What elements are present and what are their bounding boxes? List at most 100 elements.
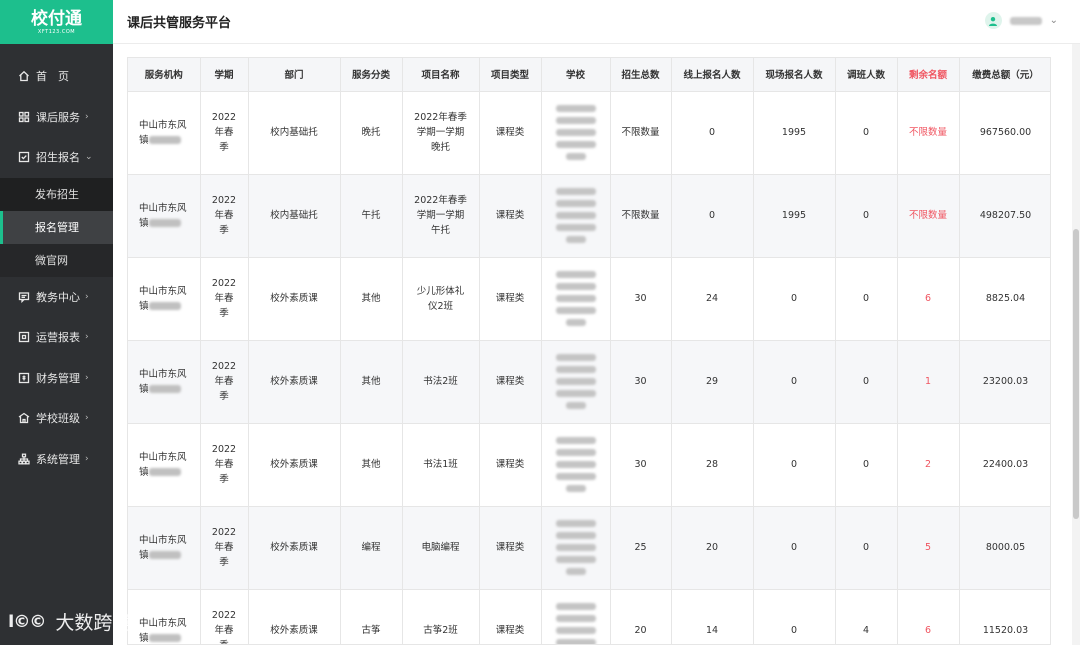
redacted-text — [148, 634, 181, 642]
remaining-cell: 1 — [897, 340, 960, 424]
redacted-school — [548, 520, 604, 575]
total-cell: 30 — [610, 423, 672, 507]
school-icon — [18, 412, 30, 424]
redacted-text — [148, 302, 181, 310]
table-row[interactable]: 中山市东风镇 2022 年春季校外素质课 编程 电脑编程 课程类 25 20 0 0 5 8000.0… — [128, 506, 1050, 590]
remaining-cell: 不限数量 — [897, 174, 960, 258]
sidebar-subitem-label: 微官网 — [35, 254, 68, 267]
sidebar-item-finance[interactable]: 财务管理 › — [0, 358, 113, 399]
project-name-cell-line: 午托 — [430, 225, 450, 236]
project-type-cell: 课程类 — [479, 506, 542, 590]
watermark-logo: I©© — [8, 611, 46, 632]
sidebar-item-system[interactable]: 系统管理 › — [0, 439, 113, 480]
registration-table-container[interactable]: 服务机构 学期 部门 服务分类 项目名称 项目类型 学校 招生总数 线上报名人数 现场报名人数 调班… — [127, 57, 1051, 645]
user-menu[interactable]: ⌄ — [984, 12, 1058, 29]
onsite-count-cell: 0 — [753, 257, 836, 341]
sidebar-subitem-publish[interactable]: 发布招生 — [0, 177, 113, 211]
table-row[interactable]: 中山市东风镇 2022 年春季 校内基础托 晚托 2022年春季 学期一学期 晚托 课程类 不限数… — [128, 91, 1050, 175]
online-count-cell: 20 — [671, 506, 754, 590]
transfer-count-cell: 0 — [835, 423, 898, 507]
org-name-suffix: 镇 — [139, 134, 149, 146]
user-icon — [989, 16, 998, 26]
project-type-cell: 课程类 — [479, 340, 542, 424]
sidebar-item-after-school[interactable]: 课后服务 › — [0, 97, 113, 138]
project-name-cell-line: 学期一学期 — [416, 127, 465, 138]
project-name-cell-line: 电脑编程 — [421, 542, 460, 553]
project-name-cell: 古筝2班 — [402, 589, 480, 644]
term-cell: 2022 年春季 — [200, 174, 249, 258]
column-header: 调班人数 — [835, 58, 898, 92]
term-cell: 2022 年春季 — [200, 423, 249, 507]
online-count-cell: 0 — [671, 174, 754, 258]
transfer-count-cell: 0 — [835, 91, 898, 175]
org-cell: 中山市东风镇 — [128, 257, 201, 341]
table-row[interactable]: 中山市东风镇 2022 年春季校外素质课 其他 少儿形体礼 仪2班 课程类 30 24 0 0 6 88… — [128, 257, 1050, 341]
onsite-count-cell: 0 — [753, 340, 836, 424]
term-cell-line: 2022 — [211, 361, 237, 372]
term-cell-line: 季 — [219, 640, 229, 644]
column-header: 线上报名人数 — [671, 58, 754, 92]
org-cell: 中山市东风镇 — [128, 91, 201, 175]
sidebar-item-label: 招生报名 — [36, 151, 80, 165]
project-name-cell: 书法1班 — [402, 423, 480, 507]
sidebar-item-operations-report[interactable]: 运营报表 › — [0, 317, 113, 358]
org-name-suffix: 镇 — [139, 217, 149, 229]
redacted-school — [548, 105, 604, 160]
sidebar-subitem-registration-management[interactable]: 报名管理 — [0, 210, 113, 244]
org-cell: 中山市东风镇 — [128, 589, 201, 644]
term-cell-line: 2022 — [211, 527, 237, 538]
org-name-suffix: 镇 — [139, 466, 149, 478]
org-name-suffix: 镇 — [139, 300, 149, 312]
sidebar-item-academic[interactable]: 教务中心 › — [0, 277, 113, 318]
column-header: 部门 — [248, 58, 341, 92]
project-name-cell-line: 少儿形体礼 — [416, 285, 465, 297]
chevron-right-icon: › — [85, 372, 89, 383]
transfer-count-cell: 0 — [835, 506, 898, 590]
dept-cell: 校外素质课 — [248, 506, 341, 590]
term-cell-line: 年春 — [214, 542, 234, 553]
redacted-school — [548, 271, 604, 326]
table-row[interactable]: 中山市东风镇 2022 年春季校外素质课 其他 书法1班 课程类 30 28 0 0 2 22400.… — [128, 423, 1050, 507]
term-cell-line: 2022 — [211, 444, 237, 455]
sidebar-item-home[interactable]: 首 页 — [0, 56, 113, 97]
category-cell: 其他 — [340, 340, 403, 424]
project-type-cell: 课程类 — [479, 257, 542, 341]
remaining-cell: 6 — [897, 589, 960, 644]
sidebar-item-school-class[interactable]: 学校班级 › — [0, 398, 113, 439]
org-name: 中山市东风 — [139, 202, 187, 214]
term-cell: 2022 年春季 — [200, 506, 249, 590]
org-name: 中山市东风 — [139, 368, 187, 380]
scrollbar-thumb[interactable] — [1073, 229, 1079, 519]
check-square-icon — [18, 151, 30, 163]
dept-cell: 校内基础托 — [248, 174, 341, 258]
page-scrollbar[interactable] — [1072, 44, 1080, 645]
transfer-count-cell: 0 — [835, 257, 898, 341]
org-name: 中山市东风 — [139, 451, 187, 463]
term-cell-line: 2022 — [211, 112, 237, 123]
redacted-text — [148, 468, 181, 476]
remaining-cell: 2 — [897, 423, 960, 507]
sidebar-item-enrollment[interactable]: 招生报名 ⌄ — [0, 137, 113, 178]
chevron-down-icon: ⌄ — [85, 152, 93, 163]
dept-cell: 校内基础托 — [248, 91, 341, 175]
category-cell: 古筝 — [340, 589, 403, 644]
total-cell: 25 — [610, 506, 672, 590]
table-row[interactable]: 中山市东风镇 2022 年春季 校内基础托 午托 2022年春季 学期一学期 午托 课程类 不限数… — [128, 174, 1050, 258]
brand-logo[interactable]: 校付通 XFT123.COM — [0, 0, 113, 44]
table-row[interactable]: 中山市东风镇 2022 年春季 校外素质课古筝古筝2班 课程类 201404611520.… — [128, 589, 1050, 644]
total-cell: 不限数量 — [610, 91, 672, 175]
chevron-right-icon: › — [85, 291, 89, 302]
chat-icon — [18, 291, 30, 303]
sidebar-subitem-micro-site[interactable]: 微官网 — [0, 243, 113, 277]
project-name-cell-line: 古筝2班 — [423, 625, 458, 636]
school-cell — [541, 257, 611, 341]
sidebar-nav: 首 页 课后服务 › 招生报名 ⌄ 发布招生 报名管理 微官网 教务中心 › 运… — [0, 56, 113, 479]
project-type-cell: 课程类 — [479, 423, 542, 507]
project-name-cell-line: 2022年春季 — [414, 112, 467, 123]
column-header: 项目类型 — [479, 58, 542, 92]
category-cell: 晚托 — [340, 91, 403, 175]
table-row[interactable]: 中山市东风镇 2022 年春季校外素质课 其他 书法2班 课程类 30 29 0 0 1 23200.… — [128, 340, 1050, 424]
top-bar: 课后共管服务平台 ⌄ — [113, 0, 1080, 44]
dept-cell: 校外素质课 — [248, 589, 341, 644]
org-cell: 中山市东风镇 — [128, 174, 201, 258]
